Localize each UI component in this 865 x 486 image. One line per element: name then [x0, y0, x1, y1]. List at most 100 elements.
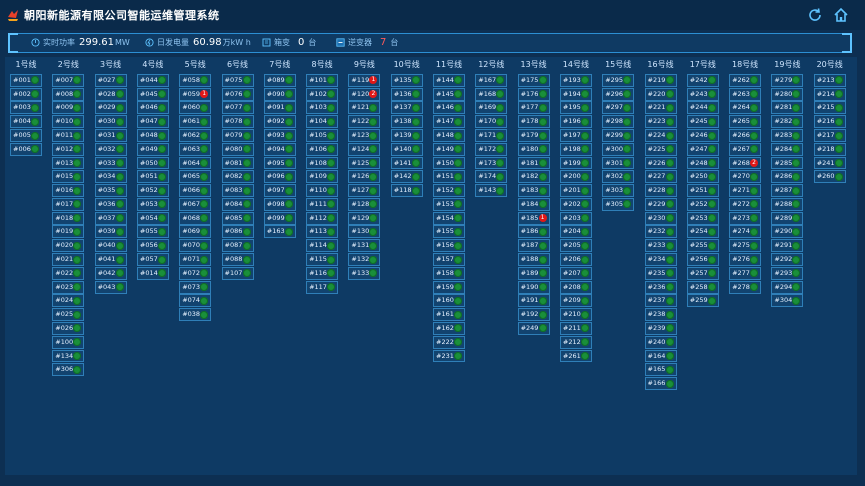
inverter-cell[interactable]: #132	[348, 253, 381, 266]
inverter-cell[interactable]: #102	[306, 87, 339, 101]
inverter-cell[interactable]: #257	[686, 266, 719, 280]
inverter-cell[interactable]: #017	[52, 197, 85, 211]
inverter-cell[interactable]: #085	[221, 211, 254, 225]
inverter-cell[interactable]: #209	[559, 294, 592, 308]
inverter-cell[interactable]: #147	[433, 115, 465, 129]
inverter-cell[interactable]: #038	[179, 308, 212, 322]
inverter-cell[interactable]: #127	[348, 184, 381, 198]
inverter-cell[interactable]: #263	[729, 87, 762, 101]
line-header[interactable]: 7号线	[264, 57, 296, 73]
inverter-cell[interactable]: #176	[517, 87, 550, 101]
inverter-cell[interactable]: #061	[179, 115, 212, 129]
inverter-cell[interactable]: #301	[602, 156, 635, 170]
inverter-cell[interactable]: #195	[559, 101, 592, 115]
inverter-cell[interactable]: #169	[475, 101, 508, 115]
inverter-cell[interactable]: #304	[771, 294, 804, 308]
inverter-cell[interactable]: #087	[221, 239, 254, 253]
inverter-cell[interactable]: #305	[602, 197, 635, 211]
inverter-cell[interactable]: #268 2	[729, 156, 762, 170]
inverter-cell[interactable]: #288	[771, 197, 804, 211]
inverter-cell[interactable]: #009	[52, 101, 85, 115]
inverter-cell[interactable]: #250	[686, 170, 719, 184]
inverter-cell[interactable]: #225	[644, 142, 677, 156]
inverter-cell[interactable]: #078	[221, 115, 254, 129]
inverter-cell[interactable]: #295	[602, 73, 635, 87]
inverter-cell[interactable]: #170	[475, 115, 508, 129]
inverter-cell[interactable]: #260	[813, 170, 846, 184]
inverter-cell[interactable]: #141	[390, 156, 423, 170]
inverter-cell[interactable]: #248	[686, 156, 719, 170]
inverter-cell[interactable]: #242	[686, 73, 719, 87]
inverter-cell[interactable]: #211	[559, 321, 592, 335]
inverter-cell[interactable]: #144	[433, 73, 465, 87]
inverter-cell[interactable]: #004	[10, 115, 42, 129]
inverter-cell[interactable]: #110	[306, 184, 339, 198]
inverter-cell[interactable]: #230	[644, 211, 677, 225]
inverter-cell[interactable]: #066	[179, 184, 212, 198]
line-header[interactable]: 8号线	[306, 57, 338, 73]
inverter-cell[interactable]: #216	[813, 115, 846, 129]
inverter-cell[interactable]: #158	[433, 266, 465, 280]
inverter-cell[interactable]: #266	[729, 129, 762, 142]
inverter-cell[interactable]: #094	[263, 142, 296, 156]
inverter-cell[interactable]: #023	[52, 280, 85, 294]
line-header[interactable]: 11号线	[433, 57, 465, 73]
inverter-cell[interactable]: #096	[263, 170, 296, 184]
inverter-cell[interactable]: #232	[644, 225, 677, 239]
inverter-cell[interactable]: #228	[644, 184, 677, 198]
inverter-cell[interactable]: #224	[644, 129, 677, 142]
inverter-cell[interactable]: #034	[94, 170, 127, 184]
inverter-cell[interactable]: #079	[221, 129, 254, 142]
inverter-cell[interactable]: #082	[221, 170, 254, 184]
inverter-cell[interactable]: #253	[686, 211, 719, 225]
inverter-cell[interactable]: #204	[559, 225, 592, 239]
inverter-cell[interactable]: #089	[263, 73, 296, 87]
inverter-cell[interactable]: #152	[433, 184, 465, 198]
inverter-cell[interactable]: #128	[348, 197, 381, 211]
line-header[interactable]: 1号线	[10, 57, 42, 73]
inverter-cell[interactable]: #060	[179, 101, 212, 115]
inverter-cell[interactable]: #138	[390, 115, 423, 129]
line-header[interactable]: 16号线	[645, 57, 677, 73]
inverter-cell[interactable]: #218	[813, 142, 846, 156]
line-header[interactable]: 3号线	[95, 57, 127, 73]
inverter-cell[interactable]: #145	[433, 87, 465, 101]
inverter-cell[interactable]: #131	[348, 239, 381, 253]
inverter-cell[interactable]: #059 1	[179, 87, 212, 101]
inverter-cell[interactable]: #044	[136, 73, 169, 87]
inverter-cell[interactable]: #025	[52, 308, 85, 322]
line-header[interactable]: 12号线	[475, 57, 507, 73]
inverter-cell[interactable]: #227	[644, 170, 677, 184]
inverter-cell[interactable]: #202	[559, 197, 592, 211]
inverter-cell[interactable]: #191	[517, 294, 550, 308]
inverter-cell[interactable]: #113	[306, 225, 339, 239]
inverter-cell[interactable]: #159	[433, 280, 465, 294]
inverter-cell[interactable]: #148	[433, 129, 465, 142]
line-header[interactable]: 19号线	[771, 57, 803, 73]
inverter-cell[interactable]: #165	[644, 363, 677, 377]
inverter-cell[interactable]: #285	[771, 156, 804, 170]
inverter-cell[interactable]: #030	[94, 115, 127, 129]
inverter-cell[interactable]: #241	[813, 156, 846, 170]
inverter-cell[interactable]: #254	[686, 225, 719, 239]
inverter-cell[interactable]: #267	[729, 142, 762, 156]
inverter-cell[interactable]: #069	[179, 225, 212, 239]
inverter-cell[interactable]: #064	[179, 156, 212, 170]
line-header[interactable]: 9号线	[348, 57, 380, 73]
inverter-cell[interactable]: #045	[136, 87, 169, 101]
inverter-cell[interactable]: #282	[771, 115, 804, 129]
inverter-cell[interactable]: #181	[517, 156, 550, 170]
inverter-cell[interactable]: #011	[52, 129, 85, 142]
inverter-cell[interactable]: #160	[433, 294, 465, 308]
inverter-cell[interactable]: #217	[813, 129, 846, 142]
inverter-cell[interactable]: #123	[348, 129, 381, 142]
inverter-cell[interactable]: #115	[306, 253, 339, 266]
inverter-cell[interactable]: #114	[306, 239, 339, 253]
inverter-cell[interactable]: #095	[263, 156, 296, 170]
inverter-cell[interactable]: #029	[94, 101, 127, 115]
inverter-cell[interactable]: #249	[517, 321, 550, 335]
inverter-cell[interactable]: #050	[136, 156, 169, 170]
inverter-cell[interactable]: #258	[686, 280, 719, 294]
inverter-cell[interactable]: #112	[306, 211, 339, 225]
inverter-cell[interactable]: #137	[390, 101, 423, 115]
